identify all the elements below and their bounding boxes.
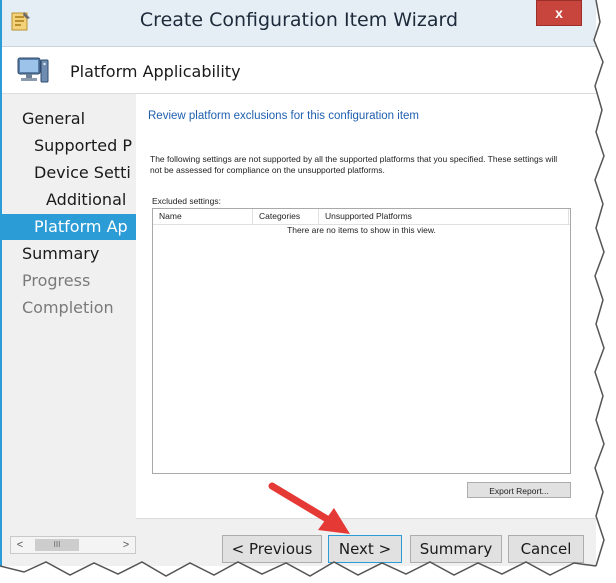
nav-step-device-settings[interactable]: Device Setti bbox=[2, 160, 136, 186]
scroll-left-arrow[interactable]: < bbox=[11, 537, 29, 553]
nav-horizontal-scrollbar[interactable]: < III > bbox=[10, 536, 136, 554]
title-bar: Create Configuration Item Wizard x bbox=[2, 0, 596, 47]
column-header-name[interactable]: Name bbox=[153, 209, 253, 224]
nav-step-summary[interactable]: Summary bbox=[2, 241, 136, 267]
nav-step-general[interactable]: General bbox=[2, 106, 136, 132]
empty-list-message: There are no items to show in this view. bbox=[287, 225, 436, 235]
excluded-settings-label: Excluded settings: bbox=[152, 196, 221, 206]
wizard-footer: < Previous Next > Summary Cancel bbox=[136, 518, 596, 566]
nav-step-platform-applicability[interactable]: Platform Ap bbox=[2, 214, 136, 240]
previous-button[interactable]: < Previous bbox=[222, 535, 322, 563]
nav-step-supported-platforms[interactable]: Supported P bbox=[2, 133, 136, 159]
scroll-right-arrow[interactable]: > bbox=[117, 537, 135, 553]
window-title: Create Configuration Item Wizard bbox=[139, 9, 459, 31]
summary-button[interactable]: Summary bbox=[410, 535, 502, 563]
export-report-button[interactable]: Export Report... bbox=[467, 482, 571, 498]
excluded-settings-list[interactable]: Name Categories Unsupported Platforms Th… bbox=[152, 208, 571, 474]
description-text: The following settings are not supported… bbox=[150, 154, 558, 175]
scroll-thumb[interactable]: III bbox=[35, 539, 79, 551]
computer-icon bbox=[17, 57, 49, 83]
column-header-categories[interactable]: Categories bbox=[253, 209, 319, 224]
nav-step-completion: Completion bbox=[22, 298, 114, 317]
close-button[interactable]: x bbox=[536, 0, 582, 26]
wizard-window: Create Configuration Item Wizard x Platf… bbox=[0, 0, 596, 566]
cancel-button[interactable]: Cancel bbox=[508, 535, 584, 563]
next-button[interactable]: Next > bbox=[328, 535, 402, 563]
main-content: Review platform exclusions for this conf… bbox=[136, 94, 580, 514]
page-header: Platform Applicability bbox=[2, 47, 596, 94]
nav-step-additional[interactable]: Additional bbox=[2, 187, 136, 213]
column-header-unsupported-platforms[interactable]: Unsupported Platforms bbox=[319, 209, 569, 224]
section-heading: Review platform exclusions for this conf… bbox=[148, 110, 420, 122]
list-header: Name Categories Unsupported Platforms bbox=[153, 209, 570, 225]
wizard-steps-nav: General Supported P Device Setti Additio… bbox=[2, 94, 136, 566]
nav-step-progress: Progress bbox=[22, 271, 91, 290]
page-title: Platform Applicability bbox=[70, 62, 241, 81]
